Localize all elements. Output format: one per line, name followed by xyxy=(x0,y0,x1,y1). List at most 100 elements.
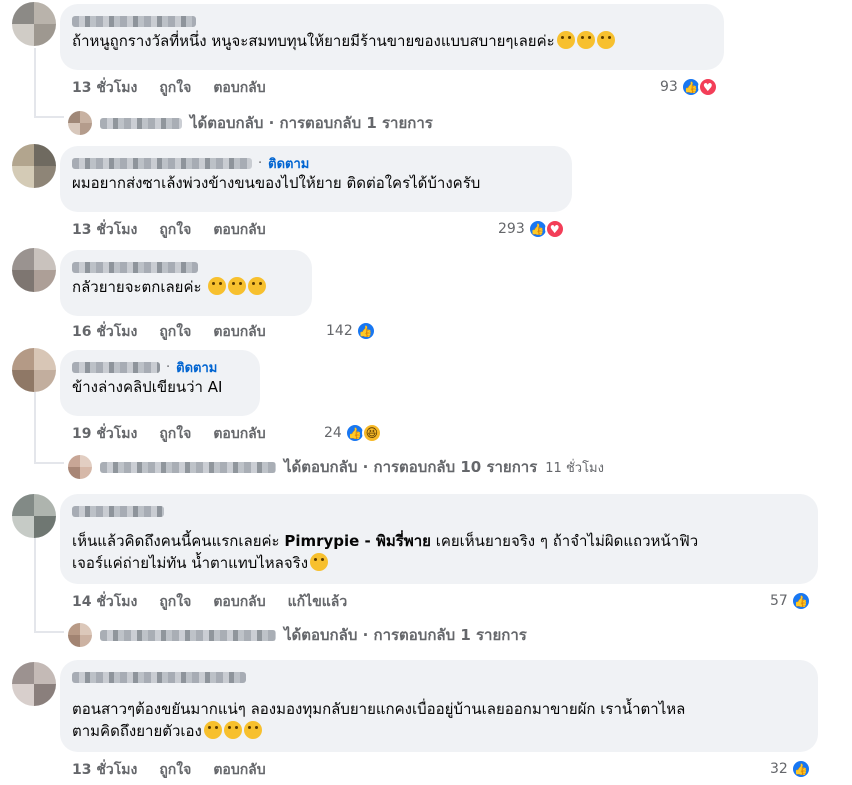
emoji-icon xyxy=(208,277,227,295)
replies-time: 11 ชั่วโมง xyxy=(545,460,604,476)
comment-text: กลัวยายจะตกเลยค่ะ xyxy=(72,276,300,298)
thread-line xyxy=(34,48,36,116)
comment-bubble: เห็นแล้วคิดถึงคนนี้คนแรกเลยค่ะ Pimrypie … xyxy=(60,494,818,584)
reaction-count: 57 xyxy=(770,593,788,609)
reaction-count: 142 xyxy=(326,323,353,339)
like-icon: 👍 xyxy=(790,591,811,611)
comment-actions: 13 ชั่วโมง ถูกใจ ตอบกลับ xyxy=(72,760,266,780)
reply-button[interactable]: ตอบกลับ xyxy=(213,759,265,781)
like-button[interactable]: ถูกใจ xyxy=(159,77,191,99)
like-button[interactable]: ถูกใจ xyxy=(159,219,191,241)
comment-text: ข้างล่างคลิปเขียนว่า AI xyxy=(72,378,223,396)
avatar[interactable] xyxy=(12,662,56,706)
timestamp[interactable]: 19 ชั่วโมง xyxy=(72,423,137,445)
comment-actions: 14 ชั่วโมง ถูกใจ ตอบกลับ แก้ไขแล้ว xyxy=(72,592,347,612)
comment-actions: 19 ชั่วโมง ถูกใจ ตอบกลับ xyxy=(72,424,266,444)
comment-bubble: · ติดตาม ผมอยากส่งซาเล้งพ่วงข้างขนของไปใ… xyxy=(60,146,572,212)
like-button[interactable]: ถูกใจ xyxy=(159,321,191,343)
avatar[interactable] xyxy=(12,144,56,188)
reaction-summary[interactable]: 32 👍 xyxy=(770,757,811,781)
reaction-summary[interactable]: 93 👍 ♥ xyxy=(660,75,718,99)
reaction-count: 24 xyxy=(324,425,342,441)
timestamp[interactable]: 14 ชั่วโมง xyxy=(72,591,137,613)
reply-button[interactable]: ตอบกลับ xyxy=(213,423,265,445)
reply-avatar xyxy=(68,111,92,135)
emoji-icon xyxy=(203,721,222,739)
reply-button[interactable]: ตอบกลับ xyxy=(213,77,265,99)
timestamp[interactable]: 16 ชั่วโมง xyxy=(72,321,137,343)
commenter-header: · ติดตาม xyxy=(72,154,560,172)
reply-avatar xyxy=(68,455,92,479)
timestamp[interactable]: 13 ชั่วโมง xyxy=(72,219,137,241)
comment-bubble: · ติดตาม ข้างล่างคลิปเขียนว่า AI xyxy=(60,350,260,416)
love-icon: ♥ xyxy=(544,219,565,239)
timestamp[interactable]: 13 ชั่วโมง xyxy=(72,77,137,99)
emoji-icon xyxy=(228,277,247,295)
comment-text: ถ้าหนูถูกรางวัลที่หนึ่ง หนูจะสมทบทุนให้ย… xyxy=(72,30,712,52)
replies-label: ได้ตอบกลับ · การตอบกลับ 10 รายการ xyxy=(284,458,538,476)
comment-text: ผมอยากส่งซาเล้งพ่วงข้างขนของไปให้ยาย ติด… xyxy=(72,174,481,192)
like-button[interactable]: ถูกใจ xyxy=(159,423,191,445)
like-icon: 👍 xyxy=(790,759,811,779)
reaction-summary[interactable]: 293 👍 ♥ xyxy=(498,217,565,241)
reaction-count: 32 xyxy=(770,761,788,777)
commenter-name[interactable] xyxy=(72,668,806,686)
view-replies-link[interactable]: ได้ตอบกลับ · การตอบกลับ 1 รายการ xyxy=(68,111,433,135)
emoji-icon xyxy=(576,31,595,49)
comment-actions: 16 ชั่วโมง ถูกใจ ตอบกลับ xyxy=(72,322,266,342)
reply-button[interactable]: ตอบกลับ xyxy=(213,591,265,613)
like-button[interactable]: ถูกใจ xyxy=(159,759,191,781)
avatar[interactable] xyxy=(12,248,56,292)
mention-link[interactable]: Pimrypie - พิมรี่พาย xyxy=(284,532,431,550)
reply-button[interactable]: ตอบกลับ xyxy=(213,219,265,241)
reply-names xyxy=(100,461,276,473)
reaction-summary[interactable]: 142 👍 xyxy=(326,319,376,343)
comment-text: เห็นแล้วคิดถึงคนนี้คนแรกเลยค่ะ Pimrypie … xyxy=(72,532,699,572)
love-icon: ♥ xyxy=(697,77,718,97)
timestamp[interactable]: 13 ชั่วโมง xyxy=(72,759,137,781)
commenter-name[interactable] xyxy=(72,258,300,276)
avatar[interactable] xyxy=(12,494,56,538)
replies-label: ได้ตอบกลับ · การตอบกลับ 1 รายการ xyxy=(284,626,527,644)
reply-button[interactable]: ตอบกลับ xyxy=(213,321,265,343)
reaction-count: 93 xyxy=(660,79,678,95)
replies-label: ได้ตอบกลับ · การตอบกลับ 1 รายการ xyxy=(190,114,433,132)
avatar[interactable] xyxy=(12,348,56,392)
thread-line xyxy=(34,535,36,631)
reaction-count: 293 xyxy=(498,221,525,237)
emoji-icon xyxy=(310,553,329,571)
emoji-icon xyxy=(243,721,262,739)
thread-line xyxy=(34,392,36,462)
commenter-header: · ติดตาม xyxy=(72,358,248,376)
comment-text: ตอนสาวๆต้องขยันมากแน่ๆ ลองมองทุมกลับยายแ… xyxy=(72,700,686,740)
comment-bubble: กลัวยายจะตกเลยค่ะ xyxy=(60,250,312,316)
reply-names xyxy=(100,117,182,129)
comment-actions: 13 ชั่วโมง ถูกใจ ตอบกลับ xyxy=(72,78,266,98)
commenter-name[interactable] xyxy=(72,157,252,169)
commenter-name[interactable] xyxy=(72,12,712,30)
thread-line xyxy=(34,631,64,633)
avatar[interactable] xyxy=(12,2,56,46)
thread-line xyxy=(34,116,64,118)
thread-line xyxy=(34,462,64,464)
reaction-summary[interactable]: 24 👍 😆 xyxy=(324,421,382,445)
comment-bubble: ตอนสาวๆต้องขยันมากแน่ๆ ลองมองทุมกลับยายแ… xyxy=(60,660,818,752)
reaction-summary[interactable]: 57 👍 xyxy=(770,589,811,613)
view-replies-link[interactable]: ได้ตอบกลับ · การตอบกลับ 1 รายการ xyxy=(68,623,527,647)
comment-bubble: ถ้าหนูถูกรางวัลที่หนึ่ง หนูจะสมทบทุนให้ย… xyxy=(60,4,724,70)
reply-avatar xyxy=(68,623,92,647)
follow-button[interactable]: ติดตาม xyxy=(268,153,309,174)
emoji-icon xyxy=(248,277,267,295)
like-button[interactable]: ถูกใจ xyxy=(159,591,191,613)
commenter-name[interactable] xyxy=(72,502,806,520)
commenter-name[interactable] xyxy=(72,361,160,373)
comment-actions: 13 ชั่วโมง ถูกใจ ตอบกลับ xyxy=(72,220,266,240)
emoji-icon xyxy=(596,31,615,49)
like-icon: 👍 xyxy=(355,321,376,341)
haha-icon: 😆 xyxy=(361,423,382,443)
edited-label[interactable]: แก้ไขแล้ว xyxy=(288,591,348,613)
emoji-icon xyxy=(556,31,575,49)
reply-names xyxy=(100,629,276,641)
follow-button[interactable]: ติดตาม xyxy=(176,357,217,378)
view-replies-link[interactable]: ได้ตอบกลับ · การตอบกลับ 10 รายการ 11 ชั่… xyxy=(68,455,604,479)
